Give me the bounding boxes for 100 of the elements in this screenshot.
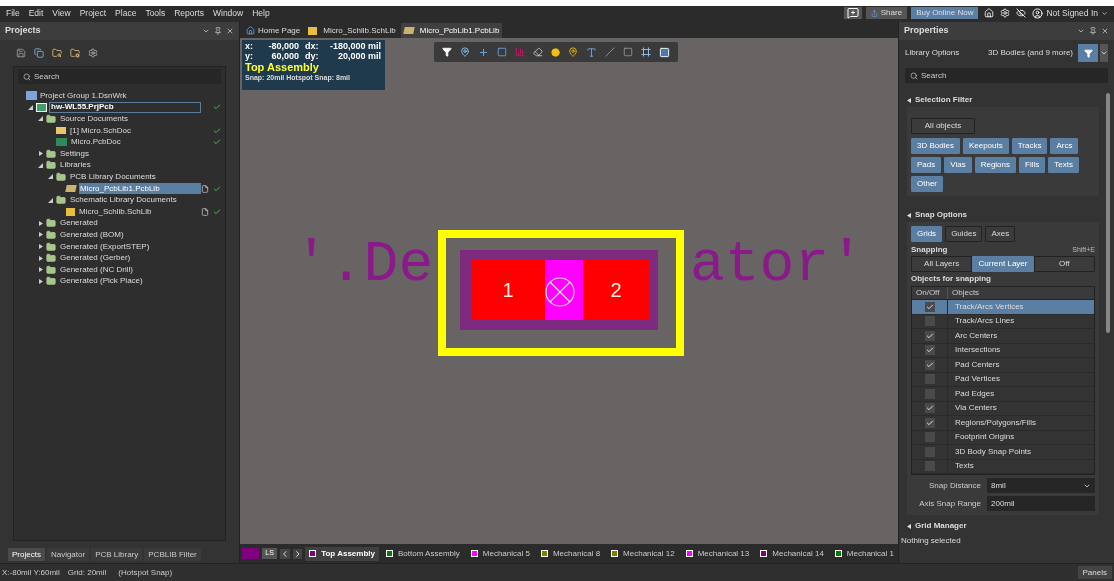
filter-toggle[interactable]: Regions — [974, 157, 1016, 173]
menu-item[interactable]: Project — [79, 6, 107, 20]
dropdown-icon[interactable] — [1077, 27, 1085, 35]
snapping-option[interactable]: Off — [1033, 256, 1095, 272]
tree-item[interactable]: Settings — [59, 147, 201, 160]
menu-item[interactable]: File — [6, 6, 20, 20]
snapping-option[interactable]: Current Layer — [972, 256, 1034, 272]
pin-icon[interactable] — [1089, 27, 1097, 35]
snap-object-row[interactable]: Intersections — [912, 343, 1094, 358]
menu-item[interactable]: Reports — [174, 6, 204, 20]
settings-icon[interactable] — [88, 48, 98, 58]
tree-item[interactable]: Libraries — [59, 159, 201, 172]
previous-layer-icon[interactable] — [279, 548, 290, 559]
menu-item[interactable]: Edit — [28, 6, 44, 20]
tree-item[interactable]: PCB Library Documents — [69, 171, 201, 183]
filter-icon[interactable] — [442, 47, 452, 57]
tree-item[interactable]: Generated (Gerber) — [59, 252, 201, 264]
layer-tab[interactable]: Mechanical 5 — [466, 546, 534, 561]
panel-tab[interactable]: Projects — [8, 548, 45, 561]
panel-tab[interactable]: PCB Library — [91, 548, 143, 561]
snap-object-row[interactable]: Pad Edges — [912, 387, 1094, 402]
section-header[interactable]: Grid Manager — [915, 520, 967, 532]
snap-object-row[interactable]: Regions/Polygons/Fills — [912, 416, 1094, 431]
save-icon[interactable] — [16, 48, 26, 58]
section-header[interactable]: Snap Options — [915, 209, 967, 221]
all-objects-button[interactable]: All objects — [911, 118, 975, 134]
menu-item[interactable]: Place — [115, 6, 137, 20]
search-field[interactable]: Search — [905, 68, 1108, 83]
region-icon[interactable] — [623, 47, 633, 57]
dropdown-icon[interactable] — [202, 27, 210, 35]
snapping-option[interactable]: All Layers — [911, 256, 973, 272]
filter-toggle[interactable]: Pads — [911, 157, 942, 173]
next-layer-icon[interactable] — [292, 548, 303, 559]
layer-tab[interactable]: Mechanical 14 — [756, 546, 828, 561]
filter-toggle[interactable]: Keepouts — [962, 138, 1009, 154]
select-rectangle-icon[interactable] — [497, 47, 507, 57]
pad[interactable]: 2 — [583, 260, 649, 320]
tree-item[interactable]: Project Group 1.DsnWrk — [39, 90, 201, 102]
checkbox[interactable] — [924, 301, 935, 312]
snap-object-row[interactable]: Pad Vertices — [912, 372, 1094, 387]
checkbox[interactable] — [924, 446, 935, 457]
document-tab[interactable]: Micro_Schlib.SchLib — [305, 23, 399, 38]
tree-item[interactable]: Source Documents — [59, 113, 201, 125]
collapse-icon[interactable] — [907, 97, 912, 103]
snap-object-row[interactable]: 3D Body Snap Points — [912, 445, 1094, 460]
scrollbar[interactable] — [1106, 93, 1110, 333]
expand-caret-icon[interactable] — [38, 244, 43, 249]
snap-object-row[interactable]: Via Centers — [912, 401, 1094, 416]
close-icon[interactable] — [1101, 27, 1109, 35]
fill-icon[interactable] — [659, 46, 670, 58]
snap-mode-toggle[interactable]: Guides — [945, 226, 983, 242]
checkbox[interactable] — [924, 330, 935, 341]
tree-item[interactable]: Micro.PcbDoc — [70, 136, 201, 148]
layer-tab[interactable]: Mechanical 1 — [830, 546, 898, 561]
tree-item[interactable]: Generated (BOM) — [59, 229, 201, 241]
checkbox[interactable] — [924, 417, 935, 428]
collapse-icon[interactable] — [907, 212, 912, 218]
filter-button[interactable] — [1078, 44, 1098, 62]
checkbox[interactable] — [924, 388, 935, 399]
line-icon[interactable] — [605, 47, 615, 57]
filter-toggle[interactable]: Arcs — [1050, 138, 1079, 154]
eraser-icon[interactable] — [533, 47, 543, 57]
layer-tab[interactable]: Mechanical 8 — [536, 546, 605, 561]
layer-tab[interactable]: Mechanical 13 — [681, 546, 754, 561]
snap-object-row[interactable]: Footprint Origins — [912, 430, 1094, 445]
menu-item[interactable]: Tools — [145, 6, 166, 20]
menu-item[interactable]: Window — [213, 6, 244, 20]
expand-caret-icon[interactable] — [48, 197, 53, 203]
document-tab[interactable]: Home Page — [243, 23, 304, 38]
panel-tab[interactable]: Navigator — [46, 548, 90, 561]
filter-toggle[interactable]: Vias — [944, 157, 972, 173]
tree-item[interactable]: Micro_Schlib.SchLib — [78, 205, 201, 218]
eye-off-icon[interactable] — [1016, 8, 1027, 18]
panels-button[interactable]: Panels — [1077, 566, 1112, 579]
tree-item[interactable]: Schematic Library Documents — [69, 194, 201, 206]
tree-item[interactable]: [1] Micro.SchDoc — [69, 124, 201, 137]
text-icon[interactable] — [586, 46, 597, 58]
checkbox[interactable] — [924, 432, 935, 443]
via-icon[interactable] — [568, 47, 578, 57]
filter-toggle[interactable]: 3D Bodies — [911, 138, 960, 154]
snap-distance-dropdown[interactable]: 8mil — [987, 478, 1095, 493]
pad-icon[interactable] — [551, 47, 560, 57]
layer-tab[interactable]: Top Assembly — [305, 546, 379, 561]
menu-item[interactable]: Help — [252, 6, 270, 20]
search-field[interactable]: Search — [18, 69, 221, 84]
home-icon[interactable] — [984, 8, 995, 18]
checkbox[interactable] — [924, 316, 935, 327]
snap-object-row[interactable]: Arc Centers — [912, 329, 1094, 344]
tree-item[interactable]: Generated (NC Drill) — [59, 263, 201, 276]
tree-item[interactable]: Generated (Pick Place) — [59, 275, 201, 288]
share-button[interactable]: Share — [865, 7, 908, 19]
filter-toggle[interactable]: Tracks — [1011, 138, 1048, 154]
pin-icon[interactable] — [214, 27, 222, 35]
filter-toggle[interactable]: Other — [911, 176, 943, 192]
snap-object-row[interactable]: Texts — [912, 459, 1094, 474]
documents-icon[interactable] — [34, 48, 44, 58]
document-tab[interactable]: Micro_PcbLib1.PcbLib — [400, 23, 503, 38]
checkbox[interactable] — [924, 374, 935, 385]
dropdown-icon[interactable] — [1100, 44, 1108, 62]
pad[interactable]: 1 — [471, 260, 545, 320]
